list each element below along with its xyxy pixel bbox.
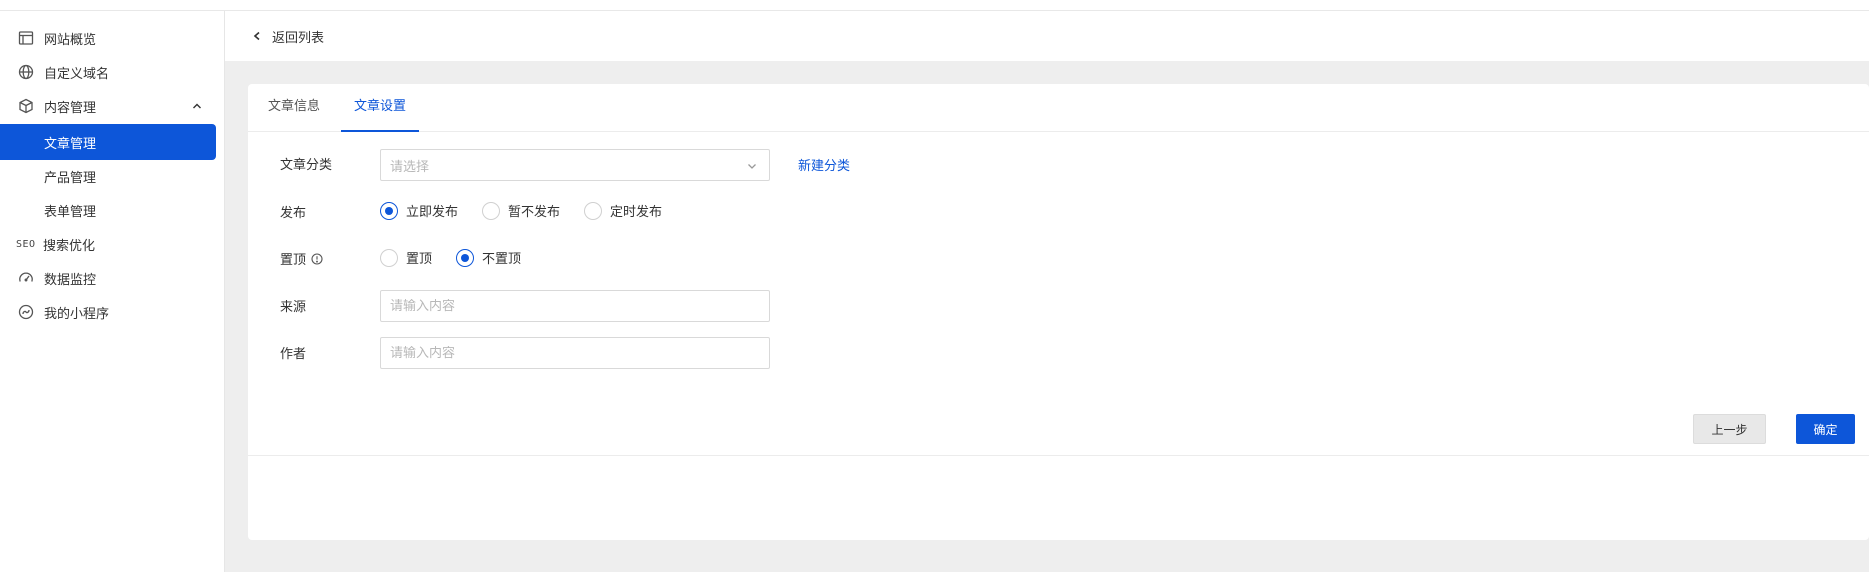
sidebar-subitem-label: 文章管理 bbox=[44, 136, 97, 152]
sidebar-item-mini-program[interactable]: 我的小程序 bbox=[0, 294, 225, 330]
source-input[interactable] bbox=[390, 298, 760, 314]
sidebar-item-label: 内容管理 bbox=[44, 100, 97, 116]
confirm-button[interactable]: 确定 bbox=[1796, 414, 1855, 444]
sidebar-item-content-management[interactable]: 内容管理 bbox=[0, 88, 225, 124]
source-label: 来源 bbox=[280, 296, 306, 315]
category-select[interactable]: 请选择 bbox=[380, 149, 770, 181]
sidebar-item-label: 搜索优化 bbox=[43, 238, 96, 254]
tab-article-info[interactable]: 文章信息 bbox=[264, 84, 324, 132]
chevron-up-icon[interactable] bbox=[191, 100, 203, 112]
sidebar-item-data-monitoring[interactable]: 数据监控 bbox=[0, 260, 225, 296]
author-label: 作者 bbox=[280, 343, 306, 362]
pin-label: 置顶 bbox=[280, 249, 323, 268]
publish-scheduled-radio[interactable]: 定时发布 bbox=[584, 201, 662, 220]
globe-icon bbox=[17, 63, 35, 81]
radio-unchecked-icon bbox=[482, 201, 501, 220]
radio-checked-icon bbox=[380, 201, 398, 220]
chevron-left-icon[interactable] bbox=[252, 30, 264, 42]
chevron-down-icon bbox=[746, 160, 758, 172]
tab-article-settings[interactable]: 文章设置 bbox=[341, 84, 419, 132]
sidebar-item-label: 我的小程序 bbox=[44, 306, 110, 322]
sidebar-item-label: 数据监控 bbox=[44, 272, 97, 288]
previous-step-button[interactable]: 上一步 bbox=[1693, 414, 1766, 444]
publish-later-label: 暂不发布 bbox=[508, 205, 561, 220]
publish-scheduled-label: 定时发布 bbox=[610, 205, 663, 220]
sidebar-item-seo[interactable]: SEO 搜索优化 bbox=[0, 226, 225, 262]
sidebar-item-label: 自定义域名 bbox=[44, 66, 110, 82]
settings-card: 文章信息 文章设置 文章分类 请选择 新建分类 发布 立即发布 暂不发布 定时发… bbox=[248, 84, 1869, 540]
author-label-text: 作者 bbox=[280, 347, 307, 362]
category-select-placeholder: 请选择 bbox=[390, 159, 430, 175]
publish-now-radio[interactable]: 立即发布 bbox=[380, 201, 458, 220]
pin-radio[interactable]: 置顶 bbox=[380, 248, 432, 267]
seo-text-icon: SEO bbox=[16, 238, 36, 250]
publish-radio-group: 立即发布 暂不发布 定时发布 bbox=[380, 201, 686, 220]
info-icon[interactable] bbox=[311, 252, 323, 265]
unpin-option-label: 不置顶 bbox=[482, 252, 522, 267]
pin-label-text: 置顶 bbox=[280, 253, 307, 268]
main-area: 返回列表 文章信息 文章设置 文章分类 请选择 新建分类 发布 立即发布 暂不发… bbox=[225, 11, 1869, 572]
source-field[interactable] bbox=[380, 290, 770, 322]
top-bar bbox=[0, 0, 1869, 11]
back-bar: 返回列表 bbox=[225, 11, 1869, 61]
sidebar-subitem-form-management[interactable]: 表单管理 bbox=[0, 192, 216, 228]
tab-bar: 文章信息 文章设置 bbox=[248, 84, 1869, 132]
browser-window-icon bbox=[17, 29, 35, 47]
category-label-text: 文章分类 bbox=[280, 158, 333, 173]
radio-unchecked-icon bbox=[380, 248, 398, 267]
sidebar-subitem-label: 表单管理 bbox=[44, 204, 97, 220]
publish-label: 发布 bbox=[280, 202, 306, 221]
radio-unchecked-icon bbox=[584, 201, 603, 220]
source-label-text: 来源 bbox=[280, 300, 307, 315]
pin-radio-group: 置顶 不置顶 bbox=[380, 248, 545, 267]
radio-checked-icon bbox=[456, 248, 475, 267]
mini-program-icon bbox=[17, 303, 35, 321]
sidebar-subitem-label: 产品管理 bbox=[44, 170, 97, 186]
publish-later-radio[interactable]: 暂不发布 bbox=[482, 201, 560, 220]
new-category-link[interactable]: 新建分类 bbox=[798, 155, 850, 174]
category-label: 文章分类 bbox=[280, 154, 332, 173]
sidebar-item-label: 网站概览 bbox=[44, 32, 97, 48]
author-input[interactable] bbox=[390, 345, 760, 361]
author-field[interactable] bbox=[380, 337, 770, 369]
publish-now-label: 立即发布 bbox=[406, 205, 459, 220]
pin-option-label: 置顶 bbox=[406, 252, 433, 267]
publish-label-text: 发布 bbox=[280, 206, 307, 221]
back-to-list-link[interactable]: 返回列表 bbox=[272, 27, 324, 46]
sidebar-item-custom-domain[interactable]: 自定义域名 bbox=[0, 54, 225, 90]
sidebar-subitem-product-management[interactable]: 产品管理 bbox=[0, 158, 216, 194]
sidebar-item-overview[interactable]: 网站概览 bbox=[0, 20, 225, 56]
cube-icon bbox=[17, 97, 35, 115]
footer-divider bbox=[248, 455, 1869, 456]
unpin-radio[interactable]: 不置顶 bbox=[456, 248, 521, 267]
sidebar: 网站概览 自定义域名 内容管理 文章管理 产品管理 表单管理 SEO 搜索优化 … bbox=[0, 11, 225, 572]
sidebar-subitem-article-management[interactable]: 文章管理 bbox=[0, 124, 216, 160]
gauge-icon bbox=[17, 269, 35, 287]
